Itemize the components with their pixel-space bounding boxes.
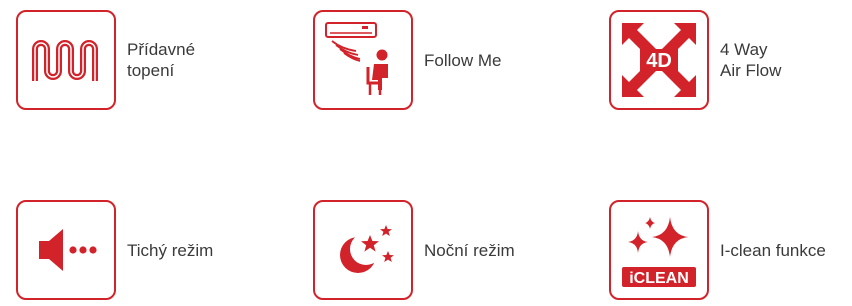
4d-airflow-icon: 4D — [609, 10, 709, 110]
feature-night-mode: Noční režim — [313, 200, 515, 300]
moon-stars-icon — [313, 200, 413, 300]
feature-label: I-clean funkce — [720, 240, 826, 260]
feature-label: Tichý režim — [127, 240, 214, 260]
feature-label: 4 Way Air Flow — [720, 40, 782, 80]
feature-4-way-air-flow: 4D 4 Way Air Flow — [609, 10, 781, 110]
feature-quiet-mode: Tichý režim — [16, 200, 213, 300]
iclean-sparkle-icon: iCLEAN — [609, 200, 709, 300]
heater-coil-icon — [16, 10, 116, 110]
feature-label: Přídavné topení — [127, 40, 196, 80]
icon-text-4d: 4D — [646, 50, 672, 72]
feature-label: Noční režim — [424, 240, 515, 260]
speaker-quiet-icon — [16, 200, 116, 300]
icon-text-iclean: iCLEAN — [629, 270, 689, 287]
feature-follow-me: Follow Me — [313, 10, 501, 110]
feature-i-clean: iCLEAN I-clean funkce — [609, 200, 826, 300]
follow-me-icon — [313, 10, 413, 110]
feature-additional-heating: Přídavné topení — [16, 10, 195, 110]
feature-label: Follow Me — [424, 50, 502, 70]
